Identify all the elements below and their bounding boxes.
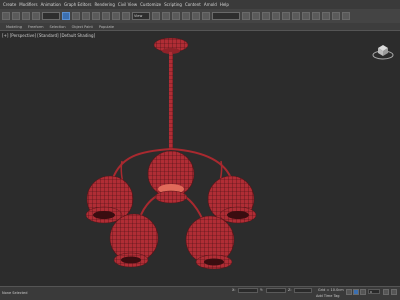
redo-icon[interactable]: [12, 12, 20, 20]
window-crossing-icon[interactable]: [92, 12, 100, 20]
menu-item[interactable]: Arnold: [204, 2, 217, 7]
unlink-icon[interactable]: [32, 12, 40, 20]
menu-bar: Create Modifiers Animation Graph Editors Ren…: [0, 0, 400, 9]
y-coordinate-field[interactable]: [266, 288, 286, 293]
go-to-end-icon[interactable]: [360, 289, 366, 295]
render-setup-icon[interactable]: [312, 12, 320, 20]
x-coordinate-field[interactable]: [238, 288, 258, 293]
material-editor-icon[interactable]: [302, 12, 310, 20]
globe-lower-right-opening: [204, 258, 224, 266]
ribbon-tab[interactable]: Object Paint: [72, 25, 93, 29]
align-icon[interactable]: [252, 12, 260, 20]
scale-icon[interactable]: [122, 12, 130, 20]
globe-center-rim: [154, 190, 188, 204]
z-label: Z:: [288, 288, 292, 292]
schematic-icon[interactable]: [292, 12, 300, 20]
chandelier-model[interactable]: [0, 31, 400, 286]
named-selection-select[interactable]: [212, 12, 240, 20]
frame-field[interactable]: 0: [368, 289, 380, 294]
percent-snap-icon[interactable]: [182, 12, 190, 20]
pivot-icon[interactable]: [152, 12, 160, 20]
y-label: Y:: [260, 288, 263, 292]
globe-lower-left-opening: [121, 256, 141, 264]
mirror-icon[interactable]: [242, 12, 250, 20]
spinner-snap-icon[interactable]: [192, 12, 200, 20]
menu-item[interactable]: Modifiers: [19, 2, 37, 7]
rotate-icon[interactable]: [112, 12, 120, 20]
globe-right-opening: [227, 211, 249, 219]
menu-item[interactable]: Animation: [41, 2, 61, 7]
render-frame-icon[interactable]: [322, 12, 330, 20]
menu-item[interactable]: Civil View: [118, 2, 137, 7]
play-icon[interactable]: [353, 289, 359, 295]
link-icon[interactable]: [22, 12, 30, 20]
angle-snap-icon[interactable]: [172, 12, 180, 20]
select-by-name-icon[interactable]: [72, 12, 80, 20]
selection-status: None Selected: [2, 291, 28, 295]
status-bar: None Selected X: Y: Z: Grid = 10.0cm Add…: [0, 286, 400, 300]
x-label: X:: [232, 288, 236, 292]
zoom-extents-icon[interactable]: [383, 289, 389, 295]
snap-icon[interactable]: [162, 12, 170, 20]
select-object-icon[interactable]: [62, 12, 70, 20]
menu-item[interactable]: Graph Editors: [64, 2, 91, 7]
menu-item[interactable]: Help: [220, 2, 229, 7]
globe-left-opening: [93, 211, 115, 219]
menu-item[interactable]: Content: [185, 2, 201, 7]
undo-icon[interactable]: [2, 12, 10, 20]
ribbon-tab[interactable]: Populate: [99, 25, 114, 29]
ribbon-tab[interactable]: Modeling: [6, 25, 22, 29]
add-time-tag[interactable]: Add Time Tag: [316, 294, 340, 298]
perspective-viewport[interactable]: [+] [Perspective] [Standard] [Default Sh…: [0, 31, 400, 286]
ribbon-tab[interactable]: Freeform: [28, 25, 44, 29]
ribbon-tabs: Modeling Freeform Selection Object Paint Pop…: [0, 23, 400, 31]
move-icon[interactable]: [102, 12, 110, 20]
named-selection-icon[interactable]: [202, 12, 210, 20]
rect-select-icon[interactable]: [82, 12, 90, 20]
scene-explorer-icon[interactable]: [272, 12, 280, 20]
ribbon-tab[interactable]: Selection: [50, 25, 66, 29]
go-to-start-icon[interactable]: [346, 289, 352, 295]
cloud-render-icon[interactable]: [342, 12, 350, 20]
curve-editor-icon[interactable]: [282, 12, 290, 20]
menu-item[interactable]: Create: [3, 2, 16, 7]
render-icon[interactable]: [332, 12, 340, 20]
center-rod: [169, 52, 173, 150]
menu-item[interactable]: Rendering: [94, 2, 114, 7]
z-coordinate-field[interactable]: [294, 288, 312, 293]
menu-item[interactable]: Customize: [140, 2, 161, 7]
layer-icon[interactable]: [262, 12, 270, 20]
grid-size-text: Grid = 10.0cm: [318, 288, 344, 292]
menu-item[interactable]: Scripting: [164, 2, 182, 7]
main-toolbar: View: [0, 9, 400, 23]
reference-coordinate-select[interactable]: View: [132, 12, 150, 20]
maximize-viewport-icon[interactable]: [391, 289, 397, 295]
selection-filter-select[interactable]: [42, 12, 60, 20]
